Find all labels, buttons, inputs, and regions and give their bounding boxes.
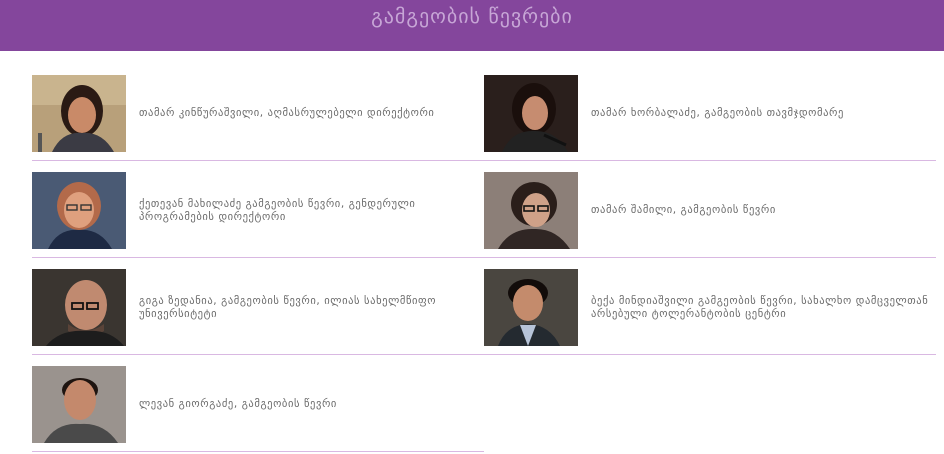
member-photo[interactable] bbox=[484, 172, 578, 249]
member-name: თამარ კინწურაშვილი, აღმასრულებელი დირექტ… bbox=[139, 107, 435, 119]
row-divider bbox=[32, 160, 936, 161]
member-name: ბექა მინდიაშვილი გამგეობის წევრი, სახალხ… bbox=[591, 294, 929, 320]
member-card[interactable]: ბექა მინდიაშვილი გამგეობის წევრი, სახალხ… bbox=[484, 269, 936, 346]
member-card[interactable]: თამარ შამილი, გამგეობის წევრი bbox=[484, 172, 936, 249]
member-card[interactable]: ლევან გიორგაძე, გამგეობის წევრი bbox=[32, 366, 484, 443]
member-card[interactable]: გიგა ზედანია, გამგეობის წევრი, ილიას სახ… bbox=[32, 269, 484, 346]
member-name: ლევან გიორგაძე, გამგეობის წევრი bbox=[139, 398, 337, 410]
row-divider bbox=[32, 257, 936, 258]
member-name: თამარ შამილი, გამგეობის წევრი bbox=[591, 204, 776, 216]
row-divider bbox=[32, 354, 936, 355]
member-card[interactable]: თამარ ხორბალაძე, გამგეობის თავმჯდომარე bbox=[484, 75, 936, 152]
member-photo[interactable] bbox=[32, 366, 126, 443]
page-title: გამგეობის წევრები bbox=[371, 4, 573, 28]
member-card[interactable]: თამარ კინწურაშვილი, აღმასრულებელი დირექტ… bbox=[32, 75, 484, 152]
member-photo[interactable] bbox=[32, 75, 126, 152]
member-name: თამარ ხორბალაძე, გამგეობის თავმჯდომარე bbox=[591, 107, 844, 119]
member-card[interactable]: ქეთევან მახილაძე გამგეობის წევრი, გენდერ… bbox=[32, 172, 484, 249]
member-photo[interactable] bbox=[484, 269, 578, 346]
page-header: გამგეობის წევრები bbox=[0, 0, 944, 51]
member-photo[interactable] bbox=[32, 172, 126, 249]
member-photo[interactable] bbox=[484, 75, 578, 152]
member-name: გიგა ზედანია, გამგეობის წევრი, ილიას სახ… bbox=[139, 294, 437, 320]
member-photo[interactable] bbox=[32, 269, 126, 346]
row-divider bbox=[32, 451, 484, 452]
member-name: ქეთევან მახილაძე გამგეობის წევრი, გენდერ… bbox=[139, 197, 416, 223]
